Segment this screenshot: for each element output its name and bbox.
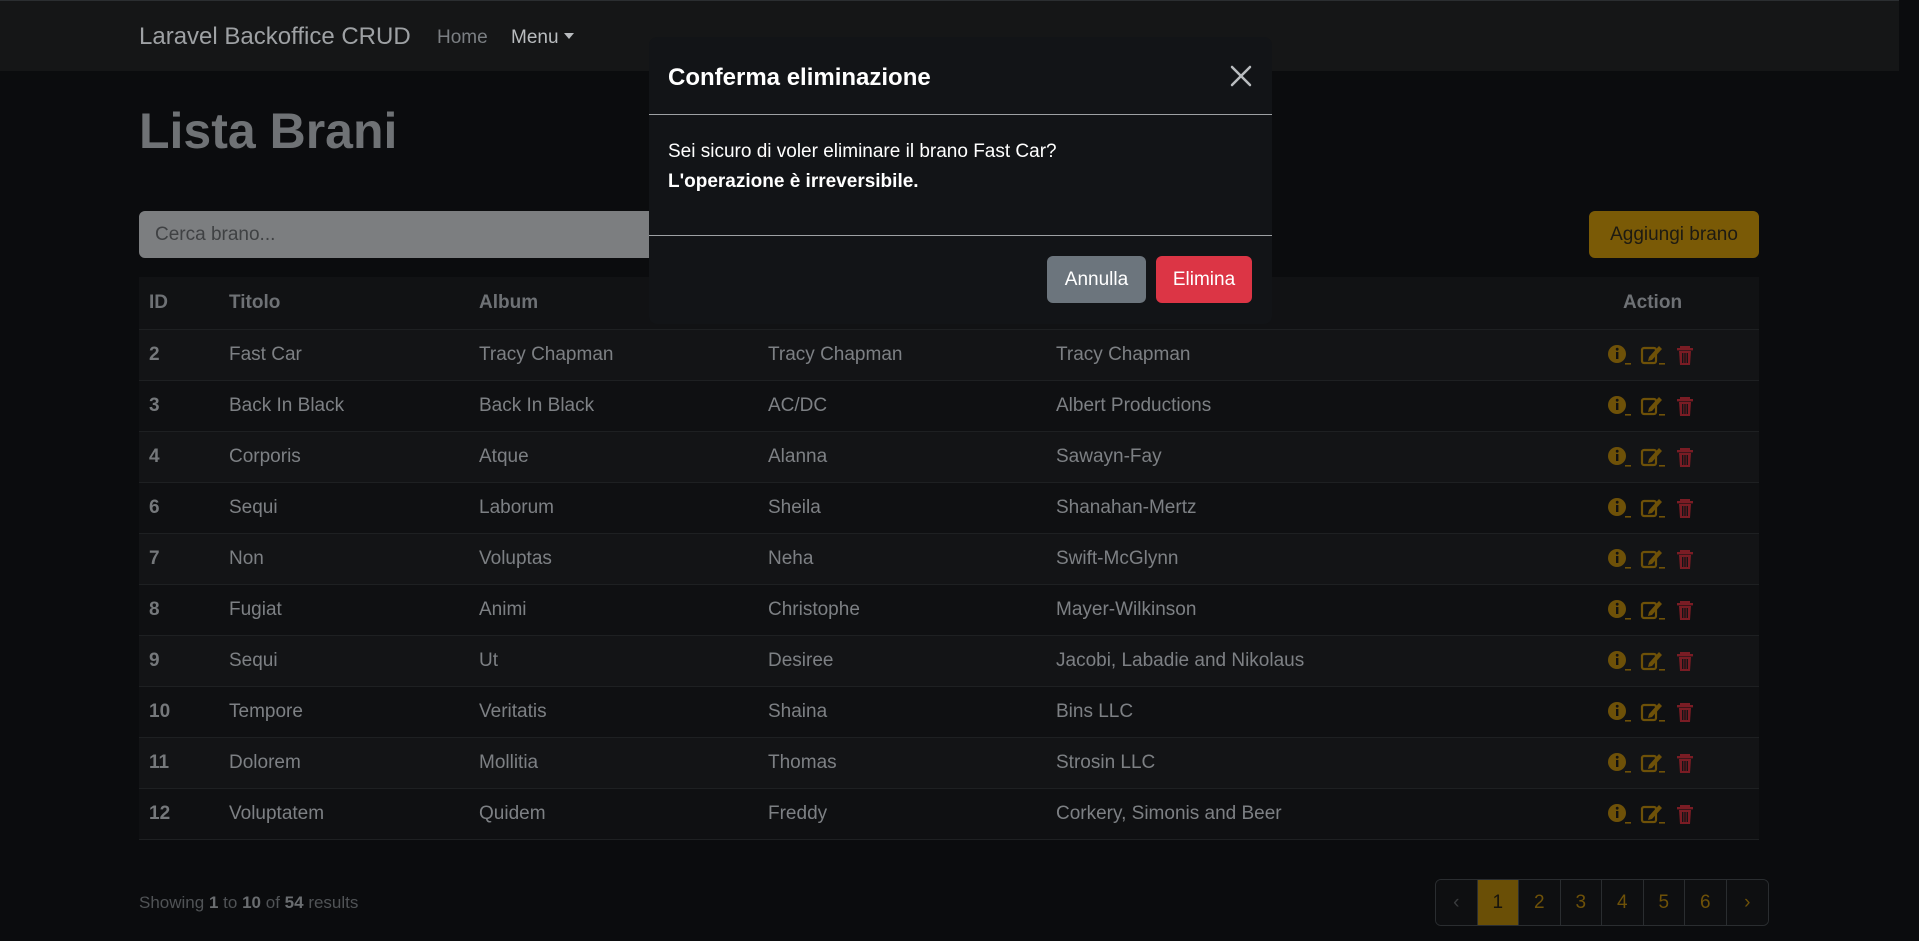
cancel-button[interactable]: Annulla	[1047, 256, 1146, 303]
modal-header: Conferma eliminazione	[649, 37, 1272, 115]
modal-footer: Annulla Elimina	[649, 236, 1272, 323]
modal-body: Sei sicuro di voler eliminare il brano F…	[649, 115, 1272, 236]
close-icon[interactable]	[1228, 63, 1254, 89]
delete-button[interactable]: Elimina	[1156, 256, 1252, 303]
delete-confirm-modal: Conferma eliminazione Sei sicuro di vole…	[649, 37, 1272, 324]
modal-message: Sei sicuro di voler eliminare il brano F…	[668, 141, 1057, 162]
modal-title: Conferma eliminazione	[668, 64, 931, 91]
modal-warning: L'operazione è irreversibile.	[668, 171, 919, 192]
